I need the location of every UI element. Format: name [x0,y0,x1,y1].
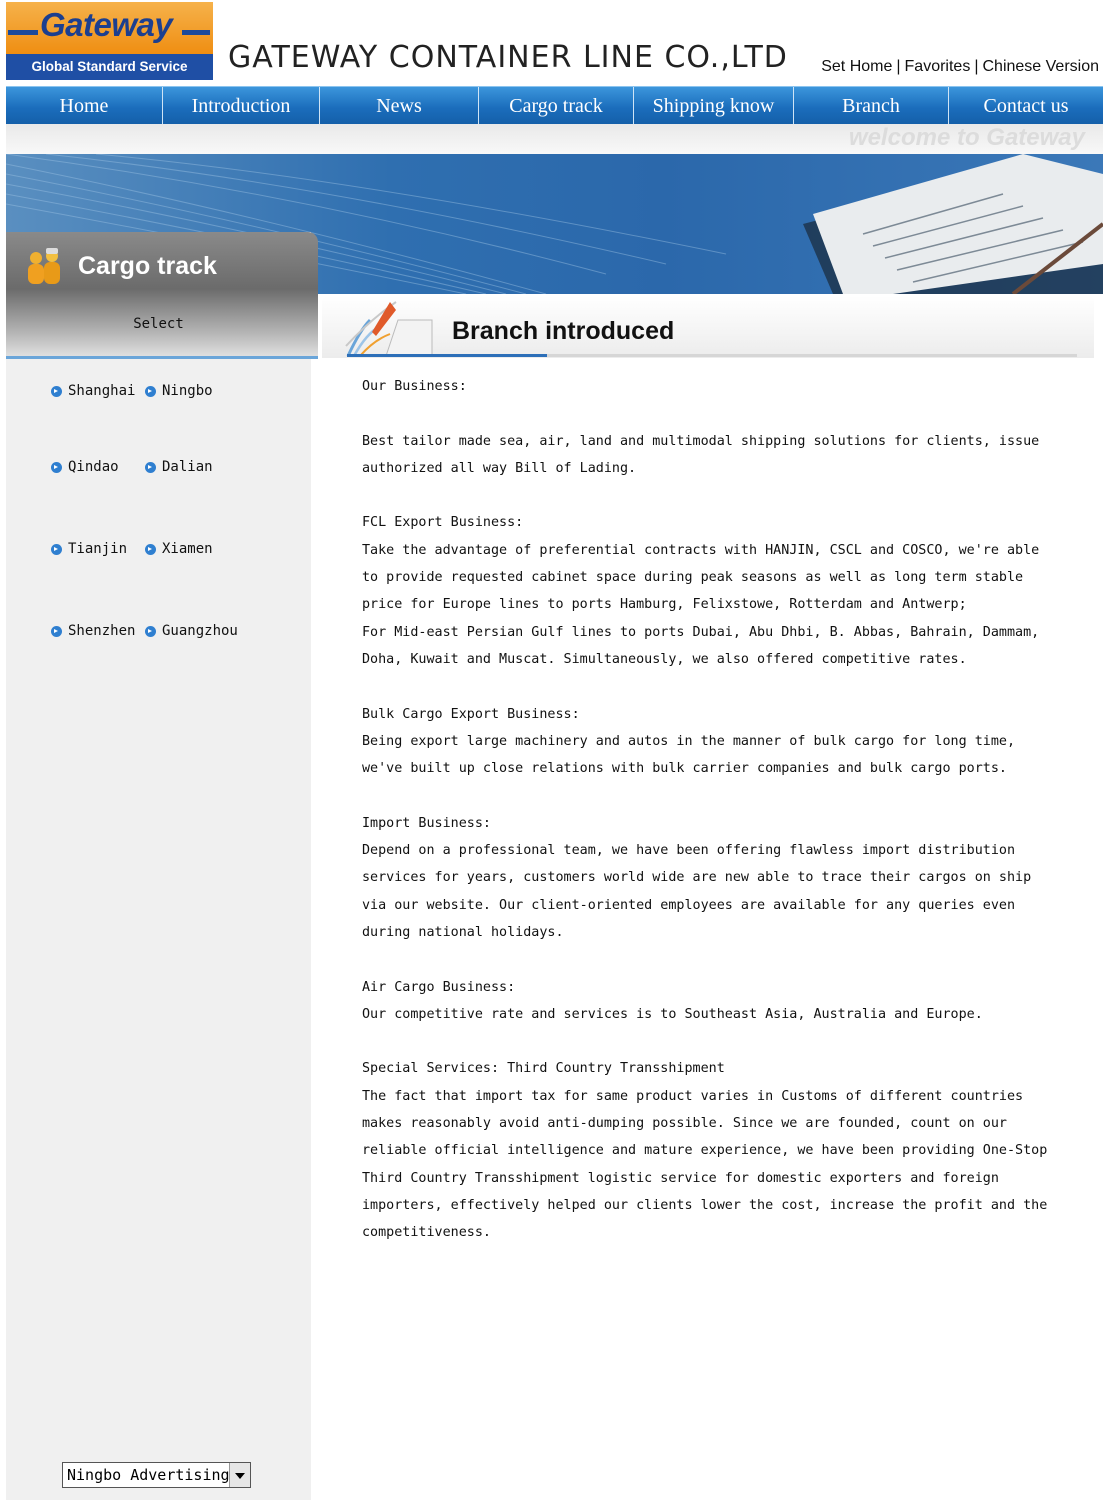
city-link-xiamen[interactable]: Xiamen [145,541,213,557]
sidebar-header: Cargo track Select [6,232,318,358]
city-link-shenzhen[interactable]: Shenzhen [51,623,135,639]
main-nav: Home Introduction News Cargo track Shipp… [6,86,1103,125]
city-label: Shenzhen [68,623,136,639]
city-label: Qindao [68,459,119,475]
nav-branch[interactable]: Branch [794,87,949,125]
article-line: we've built up close relations with bulk… [362,761,1007,777]
city-label: Shanghai [68,383,136,399]
article-line: makes reasonably avoid anti-dumping poss… [362,1116,1007,1132]
article-line: price for Europe lines to ports Hamburg,… [362,597,967,613]
favorites-link[interactable]: Favorites [905,58,971,75]
nav-home[interactable]: Home [6,87,163,125]
article-line: to provide requested cabinet space durin… [362,570,1024,586]
sidebar: Cargo track Select [6,232,318,1500]
article-spacer [362,482,1062,509]
article-line: via our website. Our client-oriented emp… [362,897,1016,913]
nav-cargo-track[interactable]: Cargo track [479,87,634,125]
content-header-accent [347,354,547,357]
article-line: importers, effectively helped our client… [362,1197,1048,1213]
article-line: reliable official intelligence and matur… [362,1143,1048,1159]
link-separator: | [896,58,901,75]
article-line: Air Cargo Business: [362,979,516,995]
logo-tagline: Global Standard Service [6,54,213,80]
article-spacer [362,673,1062,700]
city-label: Tianjin [68,541,128,557]
arrow-bullet-icon [145,625,156,637]
city-link-shanghai[interactable]: Shanghai [51,383,135,399]
article-line: authorized all way Bill of Lading. [362,460,637,476]
arrow-bullet-icon [51,543,62,555]
article-line: Our competitive rate and services is to … [362,1006,983,1022]
document-photo [803,154,1103,294]
nav-contact-us[interactable]: Contact us [949,87,1103,125]
article-line: Being export large machinery and autos i… [362,733,1016,749]
arrow-bullet-icon [145,543,156,555]
article-line: Special Services: Third Country Transshi… [362,1061,725,1077]
logo-name: Gateway [40,6,173,43]
nav-news[interactable]: News [320,87,479,125]
article-line: Doha, Kuwait and Muscat. Simultaneously,… [362,651,967,667]
article-spacer [362,1028,1062,1055]
quill-pen-icon [345,301,433,357]
article-line: services for years, customers world wide… [362,870,1032,886]
sidebar-header-divider [6,356,318,359]
article-line: during national holidays. [362,924,564,940]
set-home-link[interactable]: Set Home [821,58,892,75]
people-icon [28,248,60,284]
arrow-bullet-icon [145,461,156,473]
article-line: For Mid-east Persian Gulf lines to ports… [362,624,1040,640]
city-link-dalian[interactable]: Dalian [145,459,213,475]
article-line: Bulk Cargo Export Business: [362,706,580,722]
dropdown-arrow-icon[interactable] [229,1463,250,1487]
sidebar-select-label: Select [133,316,184,332]
logo-dash-left [8,30,38,35]
site-logo[interactable]: Gateway Global Standard Service [6,2,213,80]
arrow-bullet-icon [51,385,62,397]
top-links: Set Home | Favorites | Chinese Version [821,58,1099,76]
article-line: Best tailor made sea, air, land and mult… [362,433,1040,449]
article-line: Take the advantage of preferential contr… [362,542,1040,558]
article-line: Import Business: [362,815,491,831]
city-label: Guangzhou [162,623,238,639]
article-line: FCL Export Business: [362,515,524,531]
article-line: Our Business: [362,379,467,394]
city-link-ningbo[interactable]: Ningbo [145,383,213,399]
welcome-text: welcome to Gateway [848,124,1085,151]
city-link-qindao[interactable]: Qindao [51,459,119,475]
chinese-version-link[interactable]: Chinese Version [982,58,1099,75]
article-body: Our Business: Best tailor made sea, air, … [362,373,1062,1247]
city-label: Dalian [162,459,213,475]
article-spacer [362,782,1062,809]
article-line: competitiveness. [362,1225,491,1241]
company-name: GATEWAY CONTAINER LINE CO.,LTD [228,40,788,75]
sidebar-title: Cargo track [78,252,217,280]
link-separator: | [974,58,979,75]
content-title: Branch introduced [452,317,675,345]
city-link-tianjin[interactable]: Tianjin [51,541,127,557]
article-spacer [362,400,1062,427]
branch-dropdown[interactable]: Ningbo Advertising [62,1462,251,1488]
city-label: Xiamen [162,541,213,557]
arrow-bullet-icon [51,461,62,473]
article-line: Third Country Transshipment logistic ser… [362,1170,999,1186]
arrow-bullet-icon [145,385,156,397]
dropdown-selected-value: Ningbo Advertising [67,1466,229,1484]
city-label: Ningbo [162,383,213,399]
arrow-bullet-icon [51,625,62,637]
article-line: The fact that import tax for same produc… [362,1088,1024,1104]
logo-dash-right [182,30,210,35]
nav-shipping-know[interactable]: Shipping know [634,87,794,125]
nav-introduction[interactable]: Introduction [163,87,320,125]
article-spacer [362,946,1062,973]
article-line: Depend on a professional team, we have b… [362,843,1016,859]
city-link-guangzhou[interactable]: Guangzhou [145,623,238,639]
